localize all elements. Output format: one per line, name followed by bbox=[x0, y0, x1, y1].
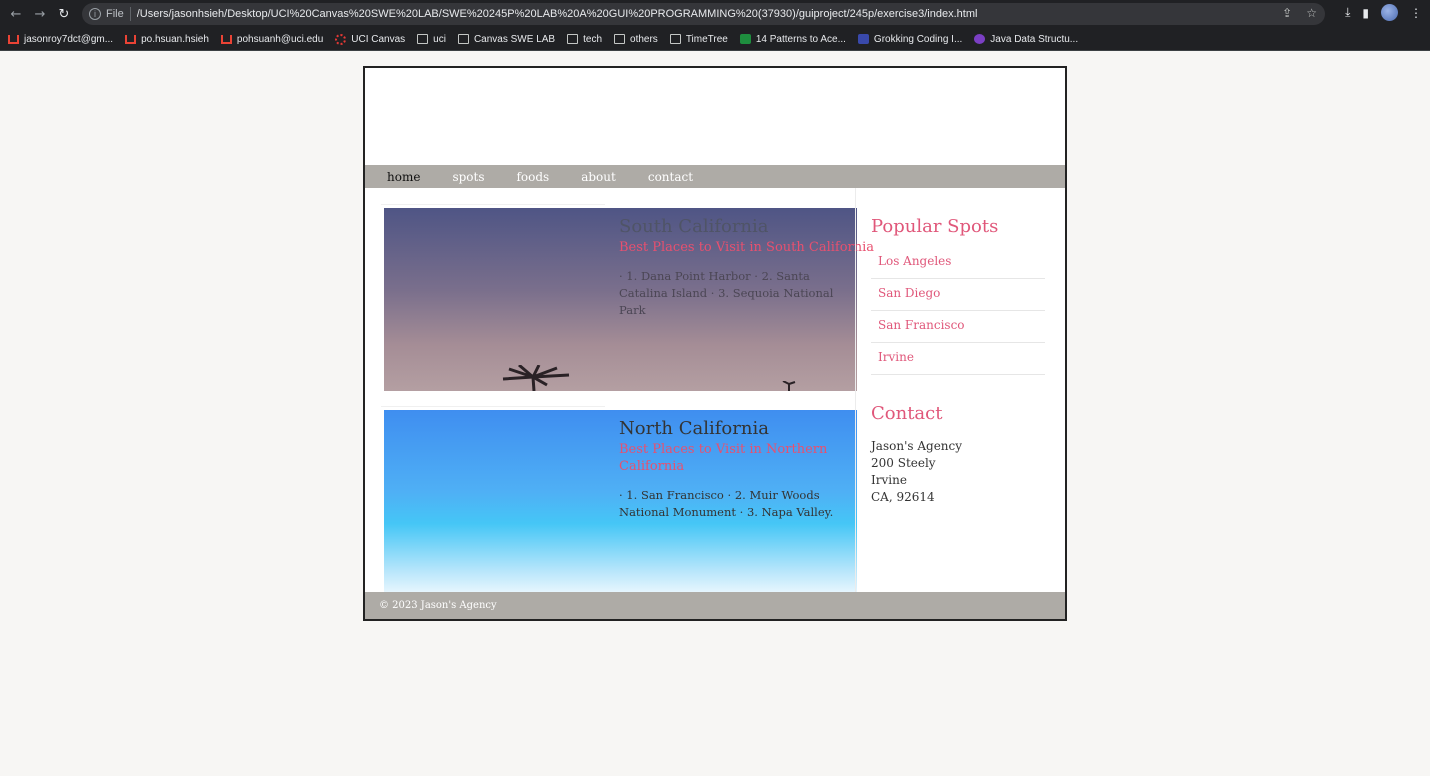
menu-item-foods[interactable]: foods bbox=[516, 170, 549, 184]
bookmark-label: Grokking Coding I... bbox=[873, 33, 963, 45]
canvas-icon bbox=[335, 33, 347, 45]
palm-tree-image bbox=[782, 381, 796, 391]
menu-item-home[interactable]: home bbox=[387, 170, 420, 184]
bookmark-item[interactable]: jasonroy7dct@gm... bbox=[8, 34, 113, 45]
post-subtitle: Best Places to Visit in Northern Califor… bbox=[619, 442, 828, 474]
post-title: South California bbox=[619, 216, 769, 237]
spot-link-san-diego[interactable]: San Diego bbox=[871, 279, 1045, 311]
address-separator bbox=[129, 7, 131, 21]
contact-line: CA, 92614 bbox=[871, 490, 935, 504]
sidebar: Popular Spots Los Angeles San Diego San … bbox=[871, 188, 1045, 506]
share-icon[interactable]: ⇪ bbox=[1282, 6, 1292, 20]
folder-icon bbox=[457, 34, 469, 44]
spot-link-san-francisco[interactable]: San Francisco bbox=[871, 311, 1045, 343]
address-prefix: File bbox=[106, 8, 124, 20]
spot-link-los-angeles[interactable]: Los Angeles bbox=[871, 247, 1045, 279]
bookmark-label: jasonroy7dct@gm... bbox=[24, 33, 114, 45]
gmail-icon bbox=[8, 34, 19, 44]
main-content: South California Best Places to Visit in… bbox=[365, 188, 875, 593]
folder-icon bbox=[614, 34, 626, 44]
gmail-icon bbox=[220, 34, 232, 44]
post-body: · 1. San Francisco · 2. Muir Woods Natio… bbox=[619, 488, 834, 519]
bookmark-item[interactable]: pohsuanh@uci.edu bbox=[220, 33, 324, 45]
bookmark-item[interactable]: tech bbox=[567, 34, 602, 45]
bookmark-item[interactable]: 14 Patterns to Ace... bbox=[739, 33, 846, 45]
post-body: · 1. Dana Point Harbor · 2. Santa Catali… bbox=[619, 269, 834, 317]
bookmark-label: pohsuanh@uci.edu bbox=[236, 33, 324, 45]
info-icon[interactable]: i bbox=[89, 8, 101, 20]
bookmark-label: UCI Canvas bbox=[351, 33, 406, 45]
bookmark-star-icon[interactable]: ☆ bbox=[1306, 6, 1317, 20]
patterns-icon bbox=[739, 34, 751, 44]
back-icon[interactable]: ← bbox=[4, 0, 28, 28]
main-menu: home spots foods about contact bbox=[365, 165, 1065, 188]
popular-spots-heading: Popular Spots bbox=[871, 216, 999, 237]
bookmark-label: uci bbox=[433, 33, 446, 45]
post-subtitle: Best Places to Visit in South California bbox=[619, 240, 875, 255]
column-divider bbox=[855, 188, 856, 592]
post-title: North California bbox=[619, 418, 769, 439]
folder-icon bbox=[669, 34, 681, 44]
bookmark-item[interactable]: UCI Canvas bbox=[335, 33, 406, 45]
forward-icon[interactable]: → bbox=[28, 0, 52, 28]
palm-tree-image bbox=[502, 365, 570, 391]
bookmark-item[interactable]: po.hsuan.hsieh bbox=[125, 34, 209, 45]
bookmark-label: Canvas SWE LAB bbox=[473, 33, 556, 45]
bookmark-label: 14 Patterns to Ace... bbox=[755, 33, 846, 45]
bookmark-label: po.hsuan.hsieh bbox=[141, 33, 209, 45]
contact-line: Irvine bbox=[871, 473, 907, 487]
grokking-icon bbox=[857, 34, 869, 44]
download-icon[interactable]: ⤓ bbox=[1345, 5, 1350, 20]
bookmark-item[interactable]: Canvas SWE LAB bbox=[457, 33, 556, 45]
bookmark-label: Java Data Structu... bbox=[990, 33, 1079, 45]
contact-line: Jason's Agency bbox=[871, 439, 963, 453]
bookmark-item[interactable]: uci bbox=[417, 34, 446, 45]
contact-heading: Contact bbox=[871, 403, 943, 424]
bookmark-item[interactable]: TimeTree bbox=[669, 33, 728, 45]
post-south-california: South California Best Places to Visit in… bbox=[384, 208, 875, 391]
reload-icon[interactable]: ↻ bbox=[52, 0, 76, 28]
side-panel-icon[interactable]: ▮ bbox=[1362, 6, 1369, 20]
post-north-california: North California Best Places to Visit in… bbox=[384, 410, 857, 593]
bookmarks-bar: jasonroy7dct@gm... po.hsuan.hsieh pohsua… bbox=[0, 28, 1430, 51]
menu-item-contact[interactable]: contact bbox=[648, 170, 693, 184]
bookmark-label: tech bbox=[583, 33, 603, 45]
java-icon bbox=[974, 34, 986, 44]
post-text: North California Best Places to Visit in… bbox=[619, 418, 859, 521]
browser-toolbar: ← → ↻ i File /Users/jasonhsieh/Desktop/U… bbox=[0, 0, 1430, 28]
spot-link-irvine[interactable]: Irvine bbox=[871, 343, 1045, 375]
site-footer: © 2023 Jason's Agency bbox=[365, 592, 1065, 619]
menu-kebab-icon[interactable]: ⋮ bbox=[1410, 6, 1422, 20]
post-text: South California Best Places to Visit in… bbox=[619, 216, 875, 319]
folder-icon bbox=[567, 34, 579, 44]
bookmark-item[interactable]: others bbox=[614, 34, 658, 45]
profile-avatar[interactable] bbox=[1381, 4, 1398, 21]
url-text[interactable]: /Users/jasonhsieh/Desktop/UCI%20Canvas%2… bbox=[137, 8, 1267, 20]
gmail-icon bbox=[125, 34, 137, 44]
menu-item-about[interactable]: about bbox=[581, 170, 616, 184]
site-header bbox=[365, 68, 1065, 165]
menu-item-spots[interactable]: spots bbox=[452, 170, 484, 184]
bookmark-label: TimeTree bbox=[685, 33, 728, 45]
bookmark-item[interactable]: Java Data Structu... bbox=[974, 34, 1078, 45]
site-container: home spots foods about contact South Cal… bbox=[363, 66, 1067, 621]
address-bar[interactable]: i File /Users/jasonhsieh/Desktop/UCI%20C… bbox=[82, 3, 1325, 25]
bookmark-label: others bbox=[630, 33, 658, 45]
contact-line: 200 Steely bbox=[871, 456, 936, 470]
bookmark-item[interactable]: Grokking Coding I... bbox=[857, 33, 963, 45]
popular-spots-list: Los Angeles San Diego San Francisco Irvi… bbox=[871, 247, 1045, 375]
folder-icon bbox=[417, 34, 429, 44]
